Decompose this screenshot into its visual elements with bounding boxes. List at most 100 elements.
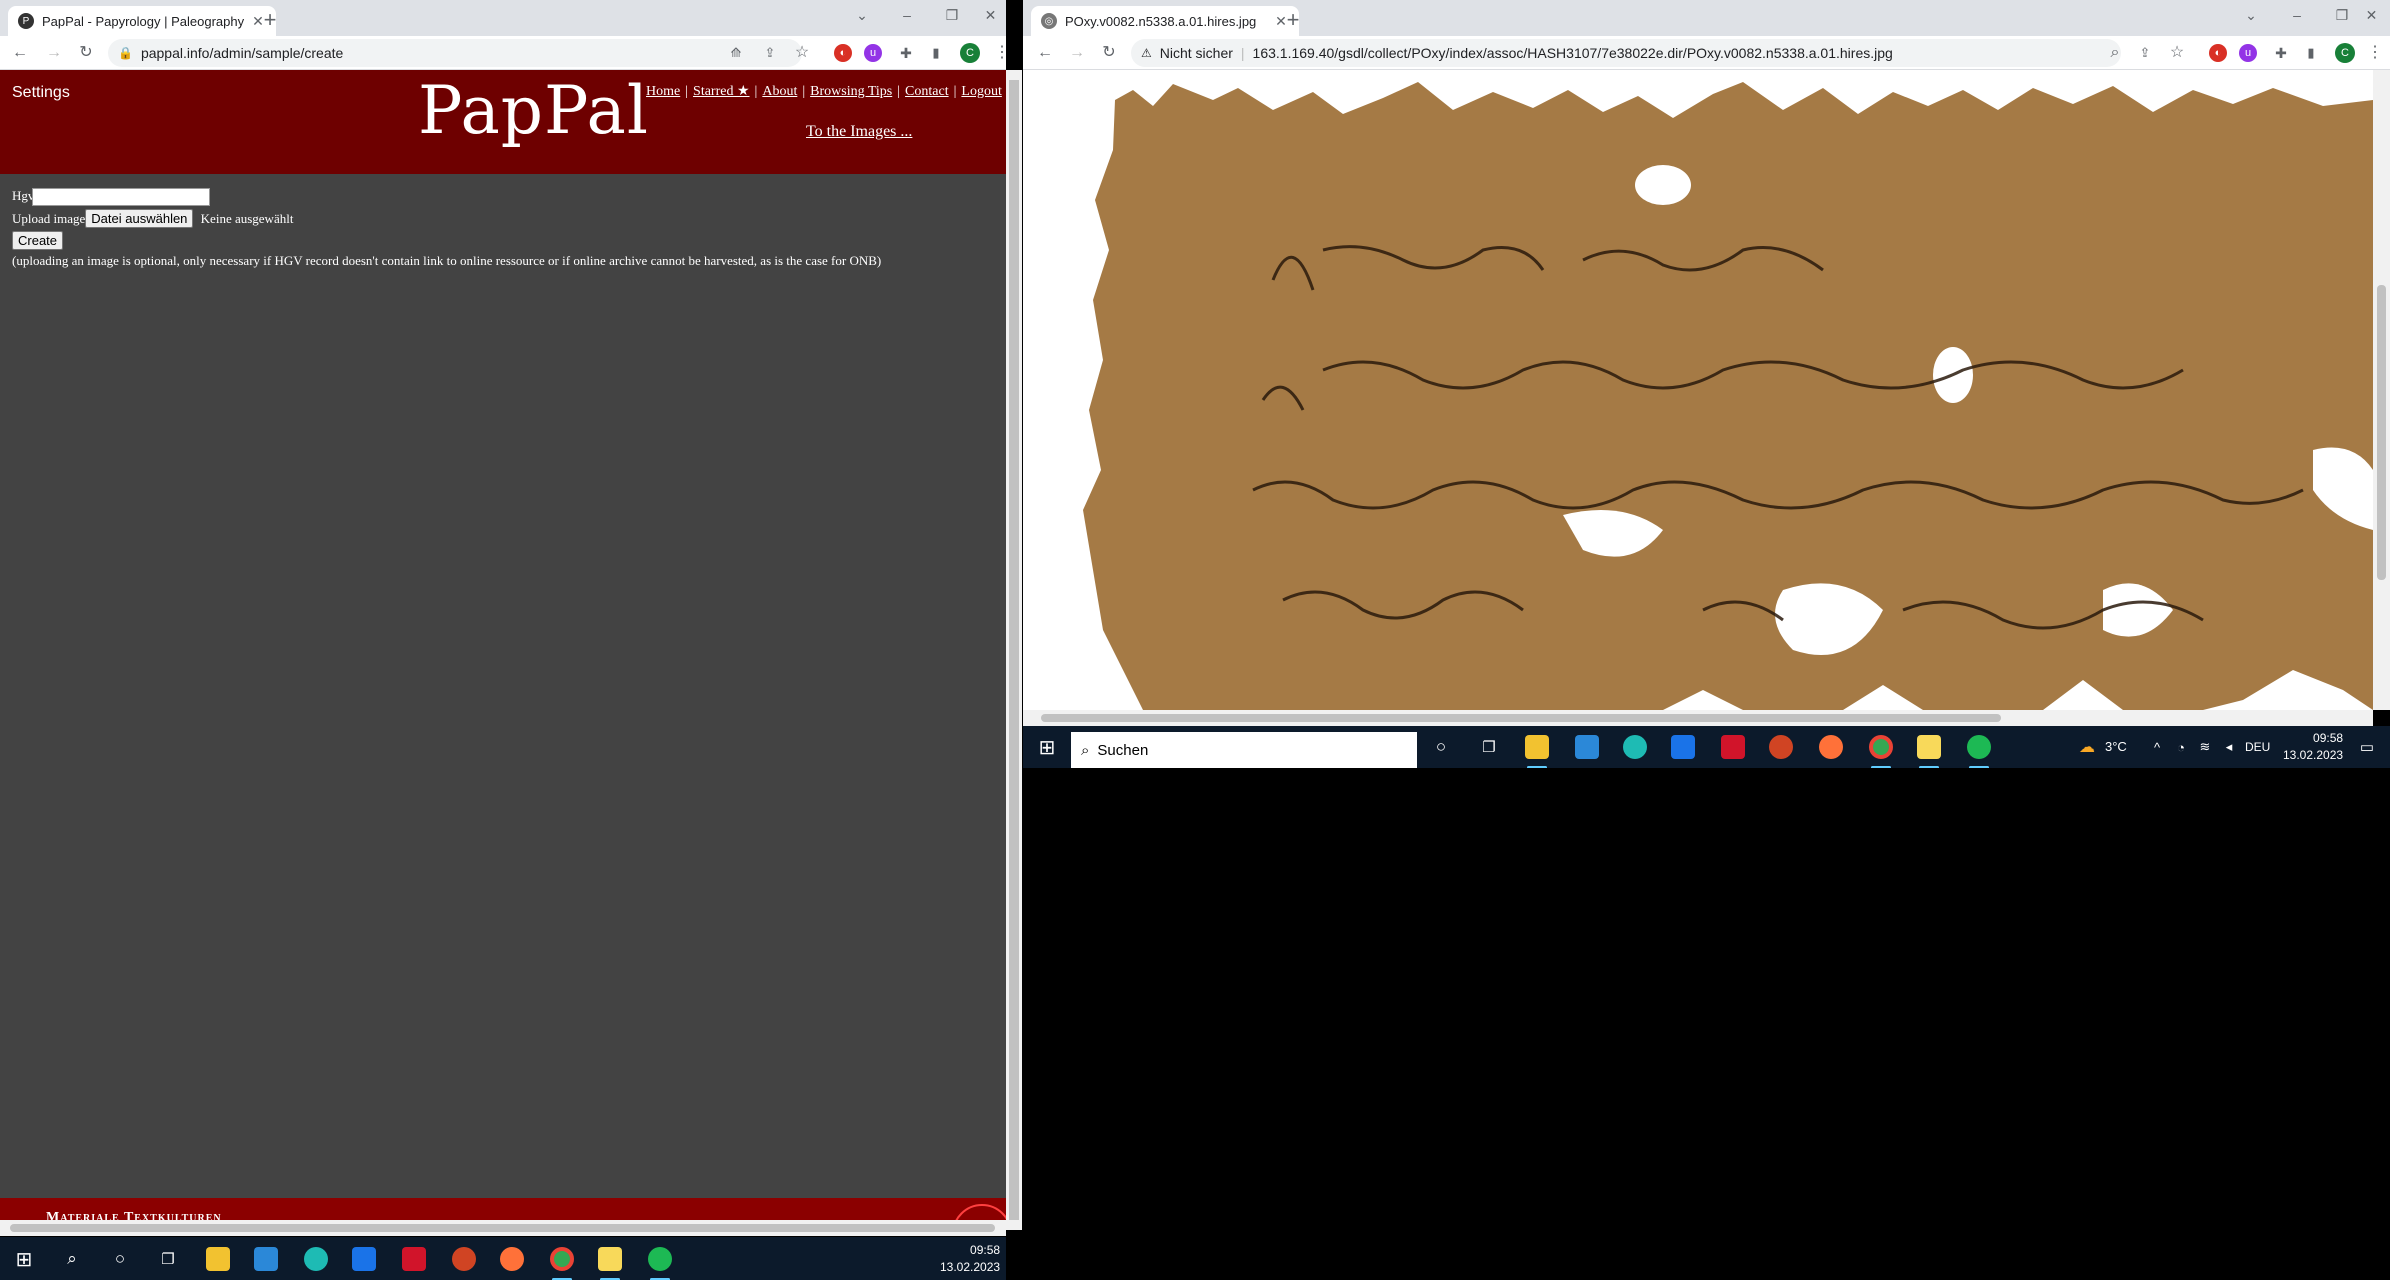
- back-icon[interactable]: ←: [1033, 41, 1057, 65]
- reload-icon[interactable]: ↻: [74, 41, 98, 65]
- clock-time: 09:58: [2313, 731, 2344, 745]
- nav-logout[interactable]: Logout: [961, 84, 1001, 99]
- cortana-icon[interactable]: ○: [106, 1245, 134, 1273]
- cortana-icon[interactable]: ○: [1427, 733, 1455, 761]
- chrome-icon[interactable]: [548, 1245, 576, 1280]
- papyrus-fragment: [1083, 82, 2373, 710]
- new-tab-button[interactable]: +: [256, 7, 284, 35]
- browser-toolbar: ← → ↻ 🔒 pappal.info/admin/sample/create …: [0, 36, 1006, 70]
- chrome-icon[interactable]: [1867, 733, 1895, 768]
- edge-icon[interactable]: [302, 1245, 330, 1273]
- globe-icon: ◎: [1041, 13, 1057, 29]
- right-vertical-scrollbar[interactable]: [2373, 70, 2390, 710]
- zoom-icon[interactable]: ⌕: [2103, 41, 2127, 65]
- edge-icon[interactable]: [1621, 733, 1649, 761]
- bookmark-star-icon[interactable]: ☆: [790, 41, 814, 65]
- taskbar-clock[interactable]: 09:58 13.02.2023: [2283, 730, 2343, 764]
- extension-purple-icon[interactable]: u: [2239, 44, 2257, 62]
- address-bar[interactable]: ⚠ Nicht sicher | 163.1.169.40/gsdl/colle…: [1131, 39, 2121, 67]
- task-view-icon[interactable]: ❐: [1475, 733, 1503, 761]
- back-icon[interactable]: ←: [8, 41, 32, 65]
- volume-icon[interactable]: ◂: [2215, 733, 2243, 761]
- extensions-puzzle-icon[interactable]: ✚: [894, 41, 918, 65]
- taskbar-clock[interactable]: 09:58 13.02.2023: [940, 1242, 1000, 1276]
- address-bar[interactable]: 🔒 pappal.info/admin/sample/create: [108, 39, 802, 67]
- share-icon[interactable]: ⇪: [2133, 41, 2157, 65]
- minimize-button[interactable]: –: [2275, 0, 2319, 32]
- extension-red-icon[interactable]: ◐: [2209, 44, 2227, 62]
- language-indicator[interactable]: DEU: [2245, 740, 2270, 754]
- nav-about[interactable]: About: [762, 84, 797, 99]
- powerpoint-icon[interactable]: [1767, 733, 1795, 761]
- minimize-button[interactable]: –: [885, 0, 929, 32]
- sidepanel-icon[interactable]: ▮: [2299, 41, 2323, 65]
- firefox-icon[interactable]: [1817, 733, 1845, 761]
- left-vertical-scrollbar[interactable]: [1006, 70, 1022, 1230]
- file-explorer-icon[interactable]: [1523, 733, 1551, 768]
- extension-purple-icon[interactable]: u: [864, 44, 882, 62]
- security-label[interactable]: Nicht sicher: [1160, 45, 1233, 61]
- upload-note: (uploading an image is optional, only ne…: [12, 253, 882, 269]
- pappal-logo[interactable]: PapPal: [418, 72, 649, 149]
- nav-browsing-tips[interactable]: Browsing Tips: [810, 84, 892, 99]
- spotify-icon[interactable]: [1965, 733, 1993, 768]
- bookmark-star-icon[interactable]: ☆: [2165, 41, 2189, 65]
- pappal-favicon-icon: P: [18, 13, 34, 29]
- forward-icon[interactable]: →: [42, 41, 66, 65]
- tab-search-icon[interactable]: ⌄: [840, 0, 884, 32]
- choose-file-button[interactable]: Datei auswählen: [85, 209, 194, 229]
- reload-icon[interactable]: ↻: [1097, 41, 1121, 65]
- profile-avatar[interactable]: C: [2335, 43, 2355, 63]
- file-explorer-icon[interactable]: [204, 1245, 232, 1273]
- tab-title: POxy.v0082.n5338.a.01.hires.jpg: [1065, 13, 1257, 29]
- powerpoint-icon[interactable]: [450, 1245, 478, 1273]
- windows-start-icon[interactable]: ⊞: [1033, 733, 1061, 761]
- papyrus-image[interactable]: [1023, 70, 2373, 710]
- menu-kebab-icon[interactable]: ⋮: [990, 41, 1006, 65]
- nav-contact[interactable]: Contact: [905, 84, 949, 99]
- tab-pappal[interactable]: P PapPal - Papyrology | Paleography ✕: [8, 6, 276, 36]
- mail-icon[interactable]: [1669, 733, 1697, 761]
- right-horizontal-scrollbar[interactable]: [1023, 710, 2373, 726]
- share-icon[interactable]: ⇪: [758, 41, 782, 65]
- horizontal-scrollbar[interactable]: [0, 1220, 1006, 1236]
- spotify-icon[interactable]: [646, 1245, 674, 1280]
- nav-home[interactable]: Home: [646, 84, 680, 99]
- extensions-puzzle-icon[interactable]: ✚: [2269, 41, 2293, 65]
- files-app-icon[interactable]: [1915, 733, 1943, 768]
- hgv-input[interactable]: [32, 188, 211, 207]
- extension-red-icon[interactable]: ◐: [834, 44, 852, 62]
- mail-icon[interactable]: [350, 1245, 378, 1273]
- create-button[interactable]: Create: [12, 231, 64, 251]
- files-app-icon[interactable]: [596, 1245, 624, 1280]
- tab-search-icon[interactable]: ⌄: [2229, 0, 2273, 32]
- store-icon[interactable]: [1573, 733, 1601, 761]
- acrobat-icon[interactable]: [400, 1245, 428, 1273]
- translate-icon[interactable]: ⟰: [724, 41, 748, 65]
- new-tab-button[interactable]: +: [1279, 7, 1307, 35]
- close-window-button[interactable]: ✕: [2353, 0, 2390, 32]
- to-images-link[interactable]: To the Images ...: [806, 123, 912, 141]
- acrobat-icon[interactable]: [1719, 733, 1747, 761]
- firefox-icon[interactable]: [498, 1245, 526, 1273]
- clock-date: 13.02.2023: [940, 1260, 1001, 1274]
- left-browser-window: P PapPal - Papyrology | Paleography ✕ + …: [0, 0, 1006, 1280]
- restore-button[interactable]: ❐: [930, 0, 974, 32]
- sidepanel-icon[interactable]: ▮: [924, 41, 948, 65]
- weather-icon[interactable]: ☁: [2073, 733, 2101, 761]
- search-icon: ⌕: [1081, 741, 1090, 759]
- notification-icon[interactable]: ▭: [2353, 733, 2381, 761]
- windows-start-icon[interactable]: ⊞: [10, 1245, 38, 1273]
- nav-starred[interactable]: Starred ★: [693, 84, 749, 99]
- search-icon[interactable]: ⌕: [58, 1245, 86, 1273]
- close-window-button[interactable]: ✕: [975, 0, 1006, 32]
- weather-temp[interactable]: 3°C: [2105, 739, 2127, 754]
- menu-kebab-icon[interactable]: ⋮: [2363, 41, 2387, 65]
- profile-avatar[interactable]: C: [960, 43, 980, 63]
- store-icon[interactable]: [252, 1245, 280, 1273]
- tab-papyrus-image[interactable]: ◎ POxy.v0082.n5338.a.01.hires.jpg ✕: [1031, 6, 1299, 36]
- task-view-icon[interactable]: ❐: [154, 1245, 182, 1273]
- taskbar-search-box[interactable]: ⌕ Suchen: [1071, 732, 1417, 768]
- settings-link[interactable]: Settings: [12, 84, 70, 102]
- forward-icon[interactable]: →: [1065, 41, 1089, 65]
